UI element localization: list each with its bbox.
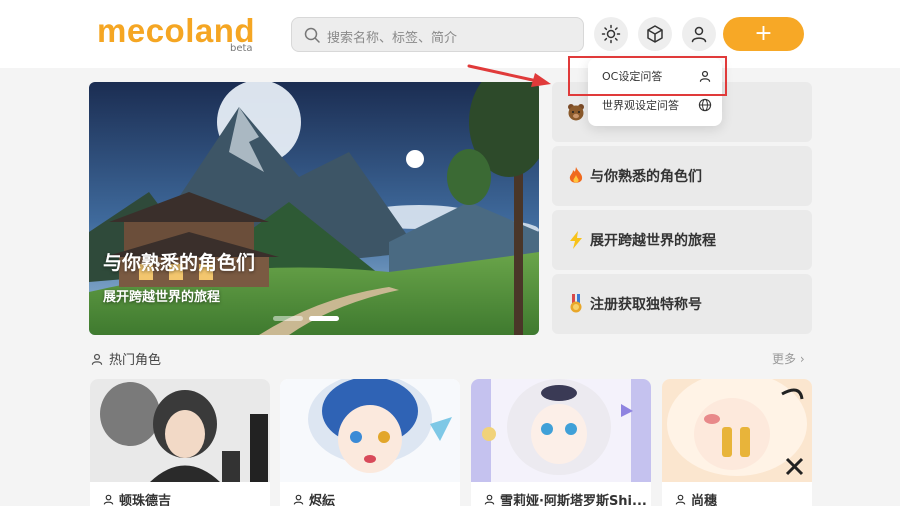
feature-card-label: 与你熟悉的角色们 <box>590 169 702 185</box>
character-name: 尚穗 <box>674 490 717 506</box>
character-name-label: 烬紜 <box>309 494 336 506</box>
character-image <box>471 379 651 482</box>
hot-characters-header: 热门角色 <box>90 349 161 368</box>
character-card[interactable]: 烬紜 <box>280 379 460 506</box>
medal-icon <box>566 294 586 314</box>
theme-toggle-button[interactable] <box>594 17 628 51</box>
character-name-label: 雪莉娅·阿斯塔罗斯Shi... <box>500 494 647 506</box>
user-icon <box>691 26 707 43</box>
box-button[interactable] <box>638 17 672 51</box>
user-menu-button[interactable] <box>682 17 716 51</box>
feature-card-label: 注册获取独特称号 <box>590 297 702 313</box>
banner-title: 与你熟悉的角色们 <box>103 252 256 274</box>
search-icon <box>304 27 320 43</box>
feature-card-3[interactable]: 展开跨越世界的旅程 <box>552 210 812 270</box>
fire-icon <box>566 166 586 186</box>
dropdown-item-world-qa[interactable]: 世界观设定问答 <box>602 94 712 116</box>
carousel-dot-2[interactable] <box>309 316 339 321</box>
more-link[interactable]: 更多 › <box>772 350 805 367</box>
create-button[interactable]: + <box>723 17 804 51</box>
carousel-dots <box>273 316 339 321</box>
top-bar: mecoland beta 搜索名称、标签、简介 + <box>0 0 900 68</box>
search-input[interactable]: 搜索名称、标签、简介 <box>291 17 584 52</box>
user-icon <box>293 494 304 505</box>
hero-banner[interactable]: 与你熟悉的角色们 展开跨越世界的旅程 <box>89 82 539 335</box>
user-icon <box>103 494 114 505</box>
character-name-label: 顿珠德吉 <box>119 494 172 506</box>
character-card[interactable]: 雪莉娅·阿斯塔罗斯Shi... <box>471 379 651 506</box>
user-icon <box>675 494 686 505</box>
annotation-highlight-box <box>568 56 727 96</box>
feature-card-2[interactable]: 与你熟悉的角色们 <box>552 146 812 206</box>
cube-icon <box>647 25 663 43</box>
beta-badge: beta <box>230 43 253 54</box>
character-name: 雪莉娅·阿斯塔罗斯Shi... <box>483 490 647 506</box>
user-icon <box>91 353 103 365</box>
search-placeholder: 搜索名称、标签、简介 <box>327 31 458 46</box>
chevron-right-icon: › <box>799 352 805 366</box>
character-image <box>662 379 812 482</box>
dropdown-item-label: 世界观设定问答 <box>602 99 679 112</box>
section-title: 热门角色 <box>109 353 162 368</box>
character-name: 烬紜 <box>292 490 335 506</box>
character-name-label: 尚穗 <box>691 494 718 506</box>
annotation-arrow-icon <box>467 64 551 87</box>
feature-card-4[interactable]: 注册获取独特称号 <box>552 274 812 334</box>
lightning-icon <box>566 230 586 250</box>
bear-icon <box>566 102 586 122</box>
feature-card-label: 展开跨越世界的旅程 <box>590 233 716 249</box>
character-image <box>90 379 270 482</box>
character-card[interactable]: 尚穗 <box>662 379 812 506</box>
carousel-dot-1[interactable] <box>273 316 303 321</box>
character-image <box>280 379 460 482</box>
globe-icon <box>698 98 712 112</box>
user-icon <box>484 494 495 505</box>
banner-subtitle: 展开跨越世界的旅程 <box>103 290 221 305</box>
character-card[interactable]: 顿珠德吉 <box>90 379 270 506</box>
character-name: 顿珠德吉 <box>102 490 171 506</box>
more-label: 更多 <box>772 352 797 366</box>
sun-icon <box>601 24 621 44</box>
